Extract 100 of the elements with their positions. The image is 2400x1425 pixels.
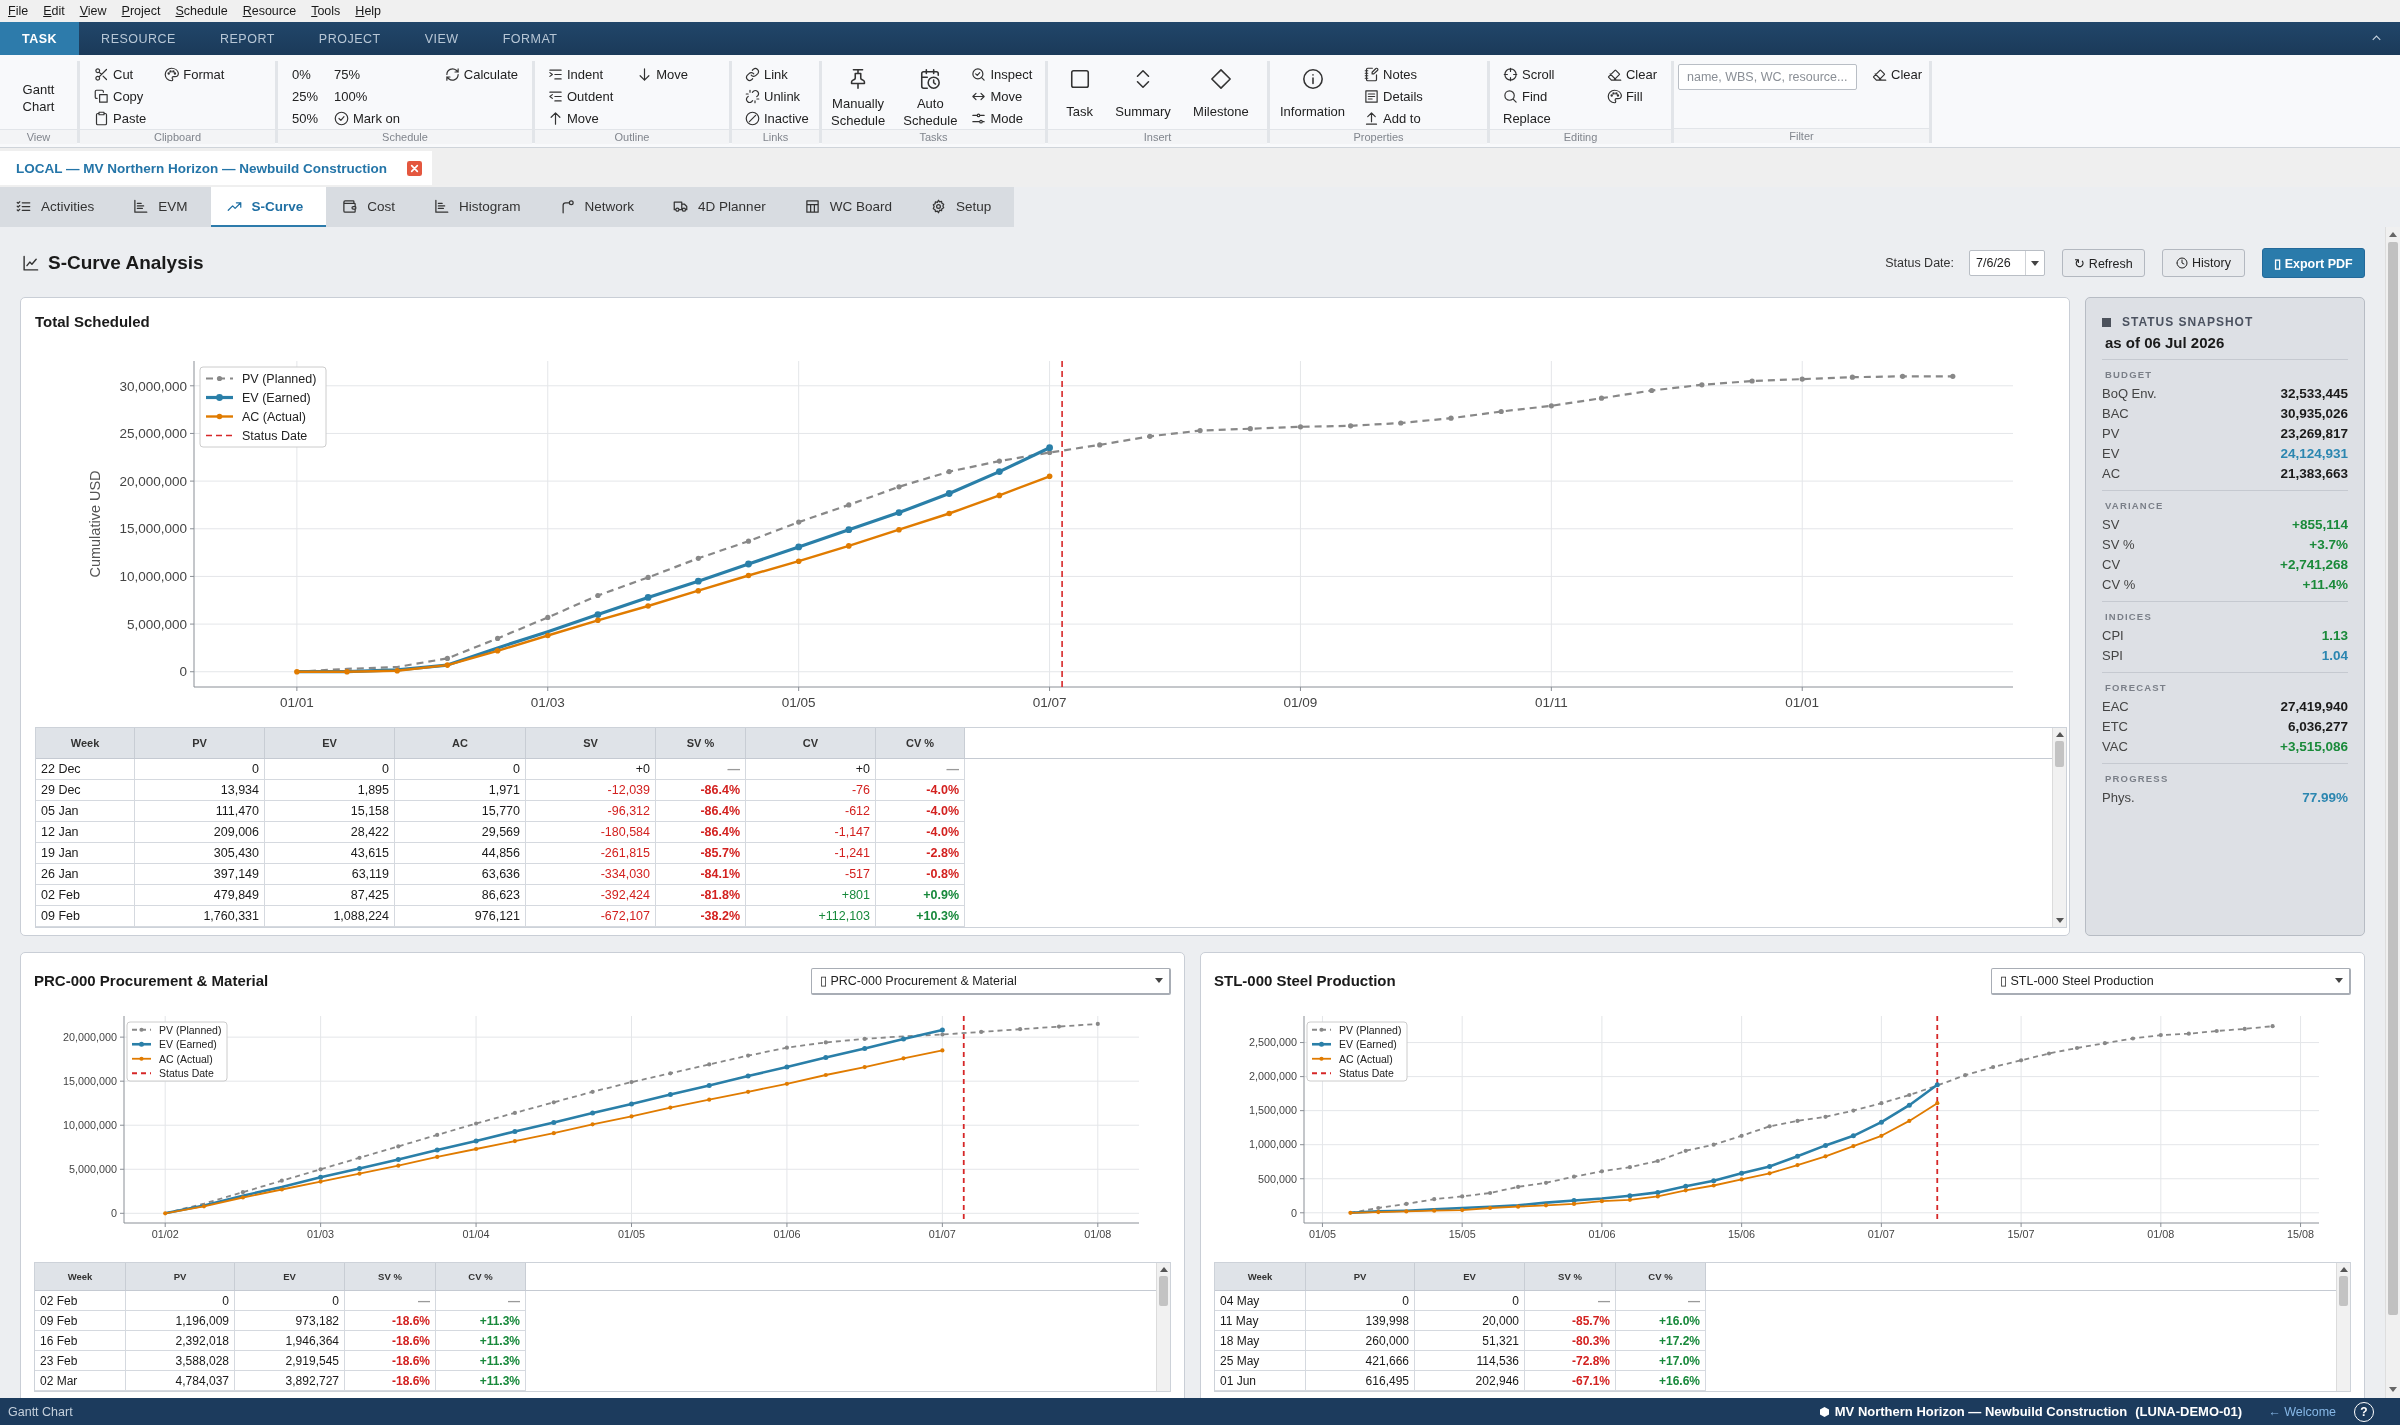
column-header[interactable]: Week xyxy=(35,1263,126,1290)
column-header[interactable]: EV xyxy=(1415,1263,1525,1290)
filter-field[interactable]: name, WBS, WC, resource... xyxy=(1678,64,1857,90)
wbs-select[interactable]: ▯ PRC-000 Procurement & Material xyxy=(811,967,1171,995)
ribbon-tab[interactable]: REPORT xyxy=(197,22,297,55)
column-header[interactable]: PV xyxy=(126,1263,235,1290)
toolbar-button[interactable]: ↻ Refresh xyxy=(2062,249,2145,277)
scroll-up-icon[interactable] xyxy=(2055,732,2064,737)
ribbon-button[interactable]: Inspect xyxy=(971,63,1035,85)
ribbon-button[interactable]: Milestone xyxy=(1189,63,1253,129)
ribbon-button[interactable]: Notes xyxy=(1364,63,1425,85)
ribbon-button[interactable]: Task xyxy=(1062,63,1097,129)
module-tab[interactable]: 4D Planner xyxy=(657,187,789,227)
ribbon-button[interactable]: Cut xyxy=(94,63,149,85)
ribbon-button[interactable]: Link xyxy=(745,63,811,85)
status-date-select[interactable]: 7/6/26 xyxy=(1969,250,2045,276)
module-tab[interactable]: WC Board xyxy=(788,187,915,227)
chevron-up-icon[interactable] xyxy=(2372,35,2381,41)
module-tab[interactable]: S-Curve xyxy=(210,187,327,227)
ribbon-button[interactable]: Format xyxy=(164,63,227,85)
column-header[interactable]: SV % xyxy=(1525,1263,1616,1290)
menu-item[interactable]: Edit xyxy=(43,3,65,19)
ribbon-button[interactable]: Move xyxy=(971,85,1035,107)
ribbon-button[interactable]: Auto Schedule xyxy=(899,63,962,129)
ribbon-button[interactable]: 50% xyxy=(292,107,321,129)
ribbon-button[interactable]: Outdent xyxy=(548,85,616,107)
column-header[interactable]: EV xyxy=(235,1263,345,1290)
ribbon-button[interactable]: Move xyxy=(637,63,691,85)
ribbon-button[interactable]: Find xyxy=(1503,85,1557,107)
ribbon-button[interactable]: Unlink xyxy=(745,85,811,107)
scroll-thumb[interactable] xyxy=(2388,242,2398,1315)
module-tab[interactable]: Network xyxy=(543,187,658,227)
scrollbar[interactable] xyxy=(1156,1263,1170,1391)
ribbon-button[interactable]: Paste xyxy=(94,107,149,129)
column-header[interactable]: SV xyxy=(526,728,656,758)
ribbon-button[interactable]: Clear xyxy=(1872,63,1925,85)
ribbon-button[interactable]: Clear xyxy=(1606,63,1659,85)
module-tab[interactable]: Cost xyxy=(326,187,419,227)
menu-item[interactable]: View xyxy=(79,3,107,19)
scroll-thumb[interactable] xyxy=(2339,1276,2348,1306)
module-tab[interactable]: Histogram xyxy=(418,187,544,227)
scroll-down-icon[interactable] xyxy=(2389,1387,2397,1392)
scrollbar[interactable] xyxy=(2385,227,2400,1398)
ribbon-button[interactable]: Mark on xyxy=(334,107,402,129)
ribbon-button[interactable]: Copy xyxy=(94,85,149,107)
document-tab[interactable]: LOCAL — MV Northern Horizon — Newbuild Construction xyxy=(0,151,432,185)
scrollbar[interactable] xyxy=(2336,1263,2350,1391)
ribbon-button[interactable]: Fill xyxy=(1606,85,1659,107)
column-header[interactable]: EV xyxy=(265,728,395,758)
column-header[interactable]: CV % xyxy=(1616,1263,1706,1290)
module-tab[interactable]: Activities xyxy=(0,187,118,227)
scroll-thumb[interactable] xyxy=(1159,1276,1168,1306)
module-tab[interactable]: EVM xyxy=(117,187,211,227)
ribbon-button[interactable]: 100% xyxy=(334,85,402,107)
ribbon-button[interactable]: Manually Schedule xyxy=(827,63,890,129)
toolbar-button[interactable]: History xyxy=(2162,249,2245,277)
menu-item[interactable]: Tools xyxy=(311,3,341,19)
close-icon[interactable] xyxy=(407,160,422,176)
ribbon-button[interactable]: Calculate xyxy=(444,63,520,85)
export-button[interactable]: ▯ Export PDF xyxy=(2262,248,2365,278)
ribbon-button[interactable]: Scroll xyxy=(1503,63,1557,85)
column-header[interactable]: Week xyxy=(1215,1263,1306,1290)
ribbon-button[interactable]: Mode xyxy=(971,107,1035,129)
ribbon-button[interactable]: Replace xyxy=(1503,107,1557,129)
menu-item[interactable]: Project xyxy=(121,3,161,19)
column-header[interactable]: SV % xyxy=(345,1263,436,1290)
column-header[interactable]: CV % xyxy=(876,728,965,758)
ribbon-button[interactable]: Gantt Chart xyxy=(18,63,59,129)
ribbon-button[interactable]: 0% xyxy=(292,63,321,85)
scroll-up-icon[interactable] xyxy=(2389,232,2397,237)
column-header[interactable]: Week xyxy=(36,728,135,758)
ribbon-button[interactable]: Details xyxy=(1364,85,1425,107)
ribbon-tab[interactable]: PROJECT xyxy=(296,22,403,55)
ribbon-tab[interactable]: FORMAT xyxy=(480,22,580,55)
column-header[interactable]: AC xyxy=(395,728,526,758)
scroll-up-icon[interactable] xyxy=(1159,1267,1168,1272)
column-header[interactable]: PV xyxy=(135,728,265,758)
menu-item[interactable]: Resource xyxy=(242,3,297,19)
menu-item[interactable]: Schedule xyxy=(175,3,228,19)
ribbon-tab[interactable]: TASK xyxy=(0,22,80,55)
ribbon-button[interactable]: 75% xyxy=(334,63,402,85)
ribbon-button[interactable]: Inactive xyxy=(745,107,811,129)
module-tab[interactable]: Setup xyxy=(914,187,1015,227)
ribbon-button[interactable]: Information xyxy=(1276,63,1350,129)
ribbon-button[interactable]: 25% xyxy=(292,85,321,107)
scroll-up-icon[interactable] xyxy=(2339,1267,2348,1272)
ribbon-button[interactable]: Summary xyxy=(1111,63,1175,129)
menu-item[interactable]: File xyxy=(8,3,29,19)
menu-item[interactable]: Help xyxy=(355,3,382,19)
column-header[interactable]: SV % xyxy=(656,728,746,758)
column-header[interactable]: CV % xyxy=(436,1263,526,1290)
ribbon-tab[interactable]: RESOURCE xyxy=(79,22,198,55)
column-header[interactable]: PV xyxy=(1306,1263,1415,1290)
ribbon-button[interactable]: Move xyxy=(548,107,616,129)
scroll-down-icon[interactable] xyxy=(2055,918,2064,923)
column-header[interactable]: CV xyxy=(746,728,876,758)
ribbon-button[interactable]: Add to xyxy=(1364,107,1425,129)
scroll-thumb[interactable] xyxy=(2055,741,2064,767)
wbs-select[interactable]: ▯ STL-000 Steel Production xyxy=(1991,967,2351,995)
ribbon-button[interactable]: Indent xyxy=(548,63,616,85)
